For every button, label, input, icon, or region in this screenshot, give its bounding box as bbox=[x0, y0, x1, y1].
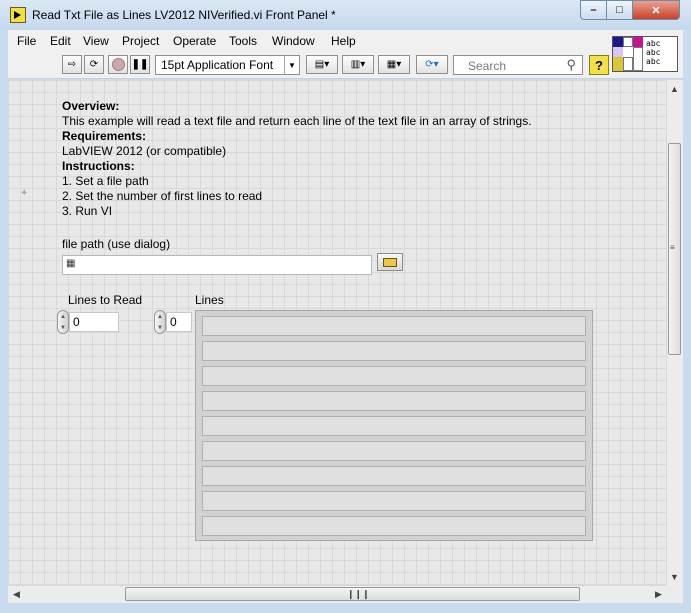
size-grip[interactable] bbox=[666, 585, 683, 603]
scroll-left-icon[interactable]: ◀ bbox=[13, 589, 20, 600]
context-help-button[interactable]: ? bbox=[589, 55, 609, 75]
array-element[interactable] bbox=[202, 466, 586, 486]
menu-view[interactable]: View bbox=[83, 34, 109, 48]
run-button[interactable]: ⇨ bbox=[62, 55, 82, 74]
font-select[interactable]: 15pt Application Font ▼ bbox=[155, 55, 300, 75]
increment-icon: ▲ bbox=[60, 313, 66, 320]
connector-terminal-icon bbox=[613, 47, 623, 57]
instructions-heading: Instructions: bbox=[62, 159, 135, 173]
decrement-icon: ▼ bbox=[157, 324, 163, 331]
path-drive-icon: ▦ bbox=[66, 258, 76, 269]
grip-icon: ❙❙❙ bbox=[347, 589, 370, 599]
distribute-objects-button[interactable]: ▥▾ bbox=[342, 55, 374, 74]
run-continuously-icon: ⟳ bbox=[89, 59, 99, 70]
search-icon: ⚲ bbox=[566, 57, 576, 72]
connector-terminal-icon bbox=[623, 57, 633, 71]
decrement-icon: ▼ bbox=[60, 324, 66, 331]
requirements-text: LabVIEW 2012 (or compatible) bbox=[62, 144, 227, 158]
instruction-step: 1. Set a file path bbox=[62, 174, 149, 188]
lines-index-incdec[interactable]: ▲ ▼ bbox=[154, 310, 166, 334]
lines-to-read-incdec[interactable]: ▲ ▼ bbox=[57, 310, 69, 334]
scroll-down-icon[interactable]: ▼ bbox=[670, 572, 679, 582]
menu-project[interactable]: Project bbox=[122, 34, 159, 48]
close-button[interactable]: ✕ bbox=[632, 0, 680, 20]
array-element[interactable] bbox=[202, 391, 586, 411]
menu-operate[interactable]: Operate bbox=[173, 34, 216, 48]
lines-array[interactable] bbox=[195, 310, 593, 541]
lines-to-read-input[interactable]: 0 bbox=[69, 312, 119, 332]
vi-icon[interactable] bbox=[10, 7, 26, 23]
lines-to-read-label: Lines to Read bbox=[68, 293, 143, 307]
reorder-button[interactable]: ⟳▾ bbox=[416, 55, 448, 74]
font-select-value: 15pt Application Font bbox=[161, 58, 274, 72]
connector-terminal-icon bbox=[613, 37, 623, 47]
connector-terminal-icon bbox=[623, 37, 633, 47]
connector-terminal-icon bbox=[613, 57, 623, 71]
resize-objects-button[interactable]: ▦▾ bbox=[378, 55, 410, 74]
menu-help[interactable]: Help bbox=[331, 34, 356, 48]
scroll-up-icon[interactable]: ▲ bbox=[670, 84, 679, 94]
run-continuously-button[interactable]: ⟳ bbox=[84, 55, 104, 74]
minimize-icon: ⎯ bbox=[590, 3, 597, 16]
grip-icon: ≡ bbox=[670, 243, 675, 252]
array-element[interactable] bbox=[202, 316, 586, 336]
increment-icon: ▲ bbox=[157, 313, 163, 320]
search-placeholder: Search bbox=[468, 59, 507, 73]
vi-icon-text: abc abc abc bbox=[646, 39, 661, 66]
browse-button[interactable] bbox=[377, 253, 403, 271]
array-element[interactable] bbox=[202, 491, 586, 511]
scroll-right-icon[interactable]: ▶ bbox=[655, 589, 662, 600]
resize-objects-icon: ▦▾ bbox=[386, 59, 402, 70]
pause-button[interactable]: ❚❚ bbox=[130, 55, 150, 74]
menu-edit[interactable]: Edit bbox=[50, 34, 71, 48]
requirements-heading: Requirements: bbox=[62, 129, 147, 143]
search-input[interactable]: Search ⚲ bbox=[453, 55, 583, 75]
pause-icon: ❚❚ bbox=[131, 59, 149, 70]
align-objects-icon: ▤▾ bbox=[314, 59, 330, 70]
menu-file[interactable]: File bbox=[17, 34, 36, 48]
array-element[interactable] bbox=[202, 441, 586, 461]
grid-origin-marker-icon: ✦ bbox=[20, 188, 29, 199]
close-icon: ✕ bbox=[651, 4, 661, 17]
connector-terminal-icon bbox=[633, 47, 643, 71]
folder-open-icon bbox=[383, 257, 397, 267]
instruction-step: 3. Run VI bbox=[62, 204, 113, 218]
menu-tools[interactable]: Tools bbox=[229, 34, 257, 48]
array-element[interactable] bbox=[202, 341, 586, 361]
lines-label: Lines bbox=[195, 293, 224, 307]
distribute-objects-icon: ▥▾ bbox=[350, 59, 366, 70]
connector-pane-icon[interactable]: abc abc abc bbox=[612, 36, 678, 72]
connector-terminal-icon bbox=[633, 37, 643, 47]
file-path-label: file path (use dialog) bbox=[62, 237, 171, 251]
array-element[interactable] bbox=[202, 416, 586, 436]
overview-text: This example will read a text file and r… bbox=[62, 114, 532, 128]
abort-button[interactable] bbox=[108, 55, 128, 74]
reorder-icon: ⟳▾ bbox=[425, 59, 439, 70]
array-element[interactable] bbox=[202, 366, 586, 386]
align-objects-button[interactable]: ▤▾ bbox=[306, 55, 338, 74]
menu-window[interactable]: Window bbox=[272, 34, 315, 48]
stop-icon bbox=[111, 58, 125, 71]
help-icon: ? bbox=[595, 57, 603, 73]
overview-heading: Overview: bbox=[62, 99, 120, 113]
instruction-step: 2. Set the number of first lines to read bbox=[62, 189, 263, 203]
array-element[interactable] bbox=[202, 516, 586, 536]
minimize-button[interactable]: ⎯ bbox=[580, 0, 607, 20]
chevron-down-icon: ▼ bbox=[284, 56, 299, 74]
maximize-icon: □ bbox=[616, 4, 623, 16]
window-title: Read Txt File as Lines LV2012 NIVerified… bbox=[32, 8, 336, 22]
file-path-input[interactable]: ▦ bbox=[62, 255, 372, 275]
maximize-button[interactable]: □ bbox=[606, 0, 633, 20]
lines-index-input[interactable]: 0 bbox=[166, 312, 192, 332]
run-arrow-icon: ⇨ bbox=[67, 59, 77, 70]
